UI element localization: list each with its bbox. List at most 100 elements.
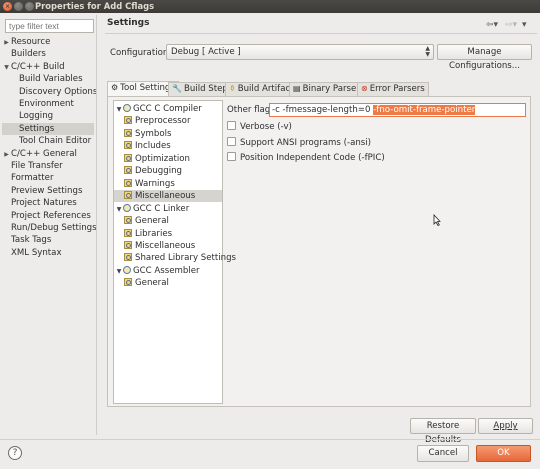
option-category-icon: [124, 228, 132, 237]
sidebar-item[interactable]: Project Natures: [2, 197, 94, 209]
other-flags-selected-text: -fno-omit-frame-pointer: [373, 105, 476, 115]
tool-tree-category[interactable]: Libraries: [114, 228, 222, 240]
window-title: Properties for Add Cflags: [35, 1, 155, 11]
option-category-icon: [124, 216, 132, 225]
tab-label: Build Artifact: [237, 84, 294, 94]
header-divider: [105, 33, 537, 34]
sidebar-item[interactable]: Settings: [2, 122, 94, 135]
sidebar-item[interactable]: Project References: [2, 210, 94, 222]
sidebar-item[interactable]: Preview Settings: [2, 185, 94, 197]
restore-defaults-label: Restore Defaults: [425, 421, 461, 445]
forward-arrow-icon[interactable]: ⇨▾: [505, 20, 517, 30]
tool-tree-category[interactable]: General: [114, 277, 222, 289]
tool-gear-icon: [123, 203, 131, 212]
sidebar-item[interactable]: Discovery Options: [2, 86, 98, 98]
sidebar-item[interactable]: XML Syntax: [2, 247, 94, 259]
footer-divider: [0, 439, 540, 440]
verbose-label: Verbose (-v): [240, 122, 292, 132]
binary-parsers-icon: ▤: [293, 84, 301, 93]
tool-tree-category[interactable]: Miscellaneous: [114, 240, 222, 252]
minimize-window-icon[interactable]: [14, 2, 23, 11]
tool-settings-icon: ⚙: [111, 83, 119, 92]
sidebar-item-label: XML Syntax: [11, 247, 62, 258]
help-icon[interactable]: ?: [8, 446, 22, 460]
tool-tree-category[interactable]: General: [114, 215, 222, 227]
sidebar-item-label: C/C++ General: [11, 148, 77, 159]
tool-tree-label: GCC C Linker: [133, 203, 190, 214]
ansi-option[interactable]: Support ANSI programs (-ansi): [227, 137, 371, 149]
sidebar-item[interactable]: Run/Debug Settings: [2, 222, 97, 234]
back-arrow-icon[interactable]: ⇦▾: [486, 20, 498, 30]
other-flags-label: Other flags: [227, 105, 275, 115]
tool-tree-label: Warnings: [135, 178, 175, 189]
view-menu-icon[interactable]: ▾: [522, 20, 527, 30]
tool-tree-label: General: [135, 278, 169, 289]
fpic-option[interactable]: Position Independent Code (-fPIC): [227, 152, 385, 164]
other-flags-input[interactable]: -c -fmessage-length=0 -fno-omit-frame-po…: [269, 103, 526, 117]
sidebar-item[interactable]: ▼ C/C++ Build: [2, 61, 94, 73]
sidebar-item-label: Discovery Options: [19, 86, 98, 97]
restore-defaults-button[interactable]: Restore Defaults: [410, 418, 476, 445]
configuration-value: Debug [ Active ]: [171, 47, 241, 57]
apply-button[interactable]: Apply: [478, 418, 533, 434]
tool-tree-category[interactable]: Miscellaneous: [114, 190, 222, 203]
collapsed-arrow-icon[interactable]: ▶: [2, 149, 11, 161]
option-category-icon: [124, 116, 132, 125]
sidebar-item[interactable]: Tool Chain Editor: [2, 135, 94, 147]
sidebar-item[interactable]: Logging: [2, 110, 94, 122]
manage-configurations-button[interactable]: Manage Configurations...: [437, 44, 532, 71]
sidebar-item[interactable]: Task Tags: [2, 234, 94, 246]
tool-tree-label: Symbols: [135, 128, 172, 139]
mouse-cursor-icon: [433, 214, 441, 226]
expanded-arrow-icon[interactable]: ▼: [115, 266, 123, 278]
maximize-window-icon[interactable]: [25, 2, 34, 11]
ansi-label: Support ANSI programs (-ansi): [240, 138, 372, 148]
tool-tree-tool[interactable]: ▼ GCC C Linker: [114, 203, 222, 215]
sidebar-item[interactable]: Builders: [2, 48, 94, 60]
expanded-arrow-icon[interactable]: ▼: [115, 104, 123, 116]
verbose-option[interactable]: Verbose (-v): [227, 121, 292, 133]
sidebar-item-label: Run/Debug Settings: [11, 223, 97, 233]
tool-tree-label: Optimization: [135, 153, 190, 164]
expanded-arrow-icon[interactable]: ▼: [115, 204, 123, 216]
tool-tree-category[interactable]: Shared Library Settings: [114, 252, 236, 264]
ok-button[interactable]: OK: [476, 445, 531, 462]
tool-tree-category[interactable]: Symbols: [114, 128, 222, 140]
expanded-arrow-icon[interactable]: ▼: [2, 62, 11, 74]
sidebar-item[interactable]: Build Variables: [2, 73, 94, 85]
sidebar-item-label: Preview Settings: [11, 185, 83, 196]
option-category-icon: [124, 278, 132, 287]
cancel-button[interactable]: Cancel: [417, 445, 469, 462]
verbose-checkbox[interactable]: [227, 121, 236, 130]
sidebar-item[interactable]: Formatter: [2, 172, 94, 184]
sidebar-item-label: Settings: [19, 123, 55, 134]
close-window-icon[interactable]: ×: [3, 2, 12, 11]
sidebar-item[interactable]: ▶ C/C++ General: [2, 148, 94, 160]
tool-tree-tool[interactable]: ▼ GCC Assembler: [114, 265, 222, 277]
tab-error-parsers[interactable]: ⊗ Error Parsers: [357, 82, 429, 96]
fpic-checkbox[interactable]: [227, 152, 236, 161]
sidebar-item[interactable]: Environment: [2, 98, 94, 110]
select-arrows-icon: ▲ ▼: [425, 45, 430, 58]
tool-tree-tool[interactable]: ▼ GCC C Compiler: [114, 103, 222, 115]
tool-tree-label: Miscellaneous: [135, 191, 196, 202]
sidebar-item[interactable]: File Transfer: [2, 160, 94, 172]
collapsed-arrow-icon[interactable]: ▶: [2, 37, 11, 49]
tool-tree-category[interactable]: Optimization: [114, 153, 222, 165]
tab-label: Error Parsers: [369, 84, 425, 94]
tool-tree-category[interactable]: Warnings: [114, 178, 222, 190]
nav-splitter[interactable]: [96, 15, 100, 435]
sidebar-item-label: Logging: [19, 111, 54, 122]
configuration-select[interactable]: Debug [ Active ] ▲ ▼: [166, 44, 434, 60]
build-steps-icon: 🔧: [172, 84, 182, 93]
tool-tree-category[interactable]: Includes: [114, 140, 222, 152]
sidebar-item-label: Formatter: [11, 173, 54, 184]
sidebar-item-label: Tool Chain Editor: [19, 136, 92, 147]
tool-tree-category[interactable]: Preprocessor: [114, 115, 222, 127]
tab-build-artifact[interactable]: ⚱ Build Artifact: [225, 82, 298, 96]
ansi-checkbox[interactable]: [227, 137, 236, 146]
tool-tree-category[interactable]: Debugging: [114, 165, 222, 177]
option-category-icon: [124, 191, 132, 200]
filter-input[interactable]: [5, 19, 94, 33]
sidebar-item[interactable]: ▶ Resource: [2, 36, 94, 48]
